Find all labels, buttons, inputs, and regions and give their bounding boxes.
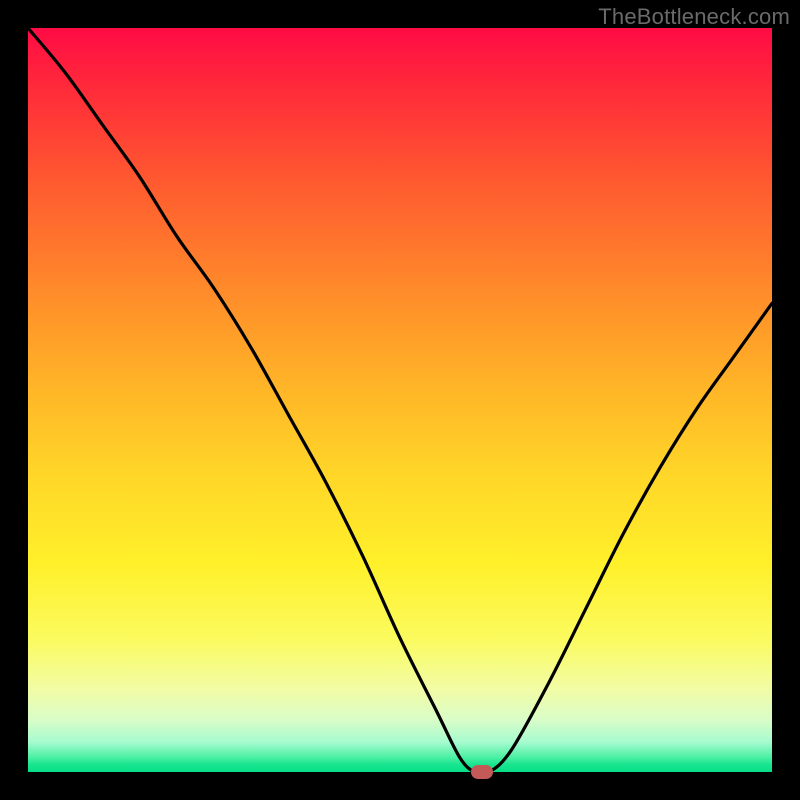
plot-area — [28, 28, 772, 772]
watermark-text: TheBottleneck.com — [598, 4, 790, 30]
bottleneck-curve — [28, 28, 772, 772]
chart-frame: TheBottleneck.com — [0, 0, 800, 800]
optimal-point-marker — [471, 765, 493, 779]
